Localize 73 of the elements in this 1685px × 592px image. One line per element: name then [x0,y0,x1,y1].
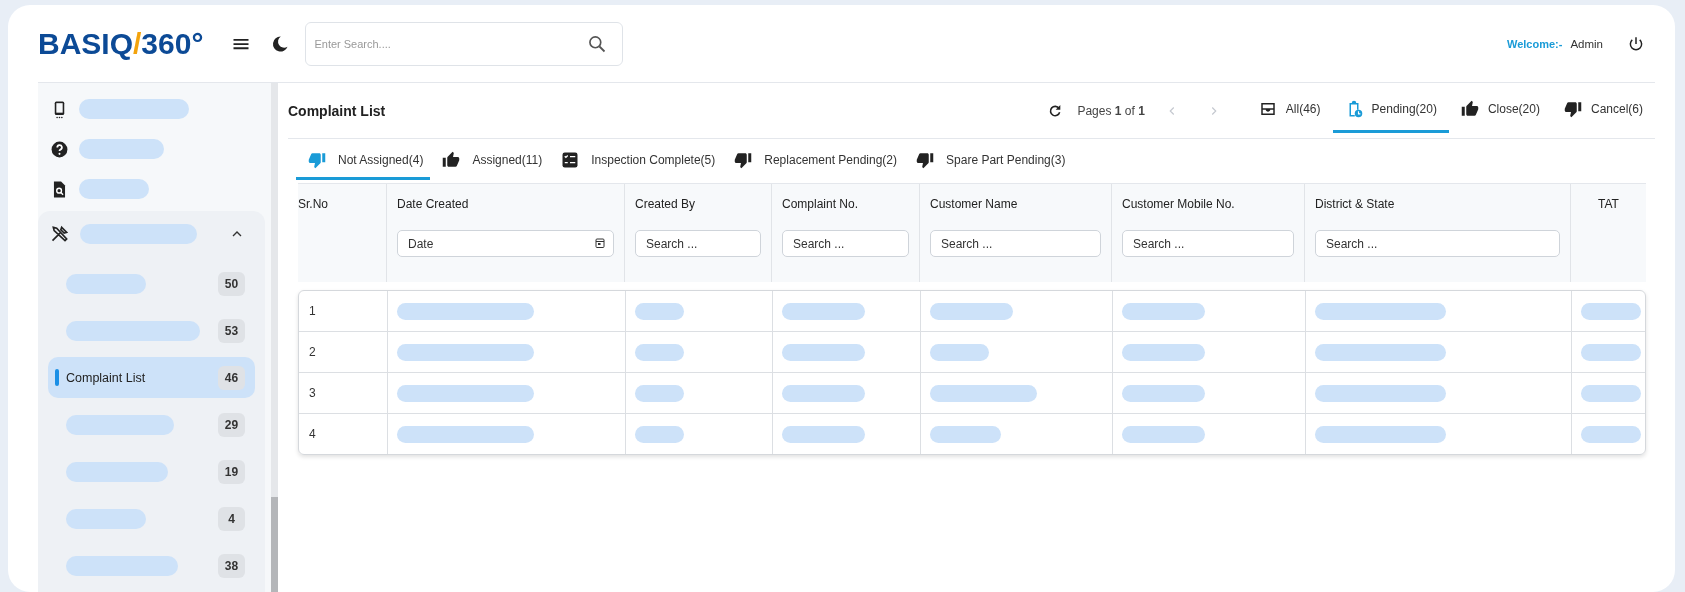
search-icon [587,33,608,54]
user-name: Admin [1570,37,1603,50]
help-icon [50,139,69,159]
thumbs-up-icon [442,150,461,169]
thumbs-down-icon [916,150,935,169]
sidebar-subitem[interactable]: 19 [48,451,255,492]
tab[interactable]: Cancel(6) [1551,88,1655,133]
column-header: Date Created [397,197,470,211]
search-field[interactable]: Search ... [1315,230,1560,257]
page-title: Complaint List [288,102,387,119]
column-header: TAT [1598,197,1619,211]
thumbs-down-icon [1563,100,1582,118]
sidebar-subitem[interactable]: 4 [48,498,255,539]
calendar-icon [594,237,606,249]
scrollbar[interactable] [271,83,278,592]
placeholder-bar [635,425,684,443]
logo: BASIQ/360° [38,26,204,61]
welcome-label: Welcome:- [1506,37,1563,50]
search-field[interactable]: Search ... [1122,230,1294,257]
tab[interactable]: Inspection Complete(5) [549,142,723,180]
count-badge: 38 [218,553,245,578]
placeholder-bar [635,384,684,402]
search-field[interactable]: Search ... [930,230,1101,257]
date-field[interactable]: Date [397,230,614,257]
count-badge: 53 [218,318,245,343]
column-header: Complaint No. [782,197,860,211]
checklist-icon [561,150,580,169]
column-header: Sr.No [298,197,329,211]
column-header: Customer Mobile No. [1122,197,1236,211]
tray-icon [1258,100,1277,118]
column-header: Customer Name [930,197,1019,211]
placeholder-bar [1581,302,1641,320]
count-badge: 46 [218,365,245,390]
count-badge: 50 [218,271,245,296]
placeholder-bar [1581,384,1641,402]
tab[interactable]: Close(20) [1448,88,1552,133]
tab[interactable]: Not Assigned(4) [296,142,431,180]
tab[interactable]: All(46) [1246,88,1333,133]
table-cell-text: 4 [308,426,317,443]
sidebar-subitem[interactable]: 38 [48,545,255,586]
tab[interactable]: Assigned(11) [430,142,550,180]
placeholder-bar [79,179,149,199]
count-badge: 4 [218,506,245,531]
column-header: Created By [635,197,697,211]
sidebar-subitem[interactable]: 29 [48,404,255,445]
page-indicator: Pages 1 of 1 [1077,103,1145,118]
table-cell-text: 1 [308,303,317,320]
sidebar-subitem[interactable]: 50 [48,263,255,304]
placeholder-bar [930,425,1001,443]
search-field[interactable]: Enter Search.... [305,21,624,66]
tools-icon [50,224,70,244]
placeholder-bar [635,343,684,361]
count-badge: 19 [218,459,245,484]
moon-icon [271,34,290,53]
thumbs-down-icon [308,150,326,169]
placeholder-bar [635,302,684,320]
sidebar-subitem[interactable]: Complaint List 46 [48,357,255,398]
tab[interactable]: Spare Part Pending(3) [904,142,1073,180]
count-badge: 29 [218,412,245,437]
placeholder-bar [1581,425,1641,443]
sidebar-subitem[interactable]: 53 [48,310,255,351]
power-icon [1627,34,1645,53]
tab[interactable]: Replacement Pending(2) [722,142,905,180]
placeholder-bar [930,343,989,361]
thumbs-up-icon [1460,100,1479,118]
table-cell-text: 3 [308,385,317,402]
tab[interactable]: Pending(20) [1332,88,1449,133]
table-cell-text: 2 [308,344,317,361]
search-field[interactable]: Search ... [782,230,909,257]
search-field[interactable]: Search ... [635,230,761,257]
thumbs-down-icon [734,150,753,169]
column-header: District & State [1315,197,1396,211]
placeholder-bar [1581,343,1641,361]
